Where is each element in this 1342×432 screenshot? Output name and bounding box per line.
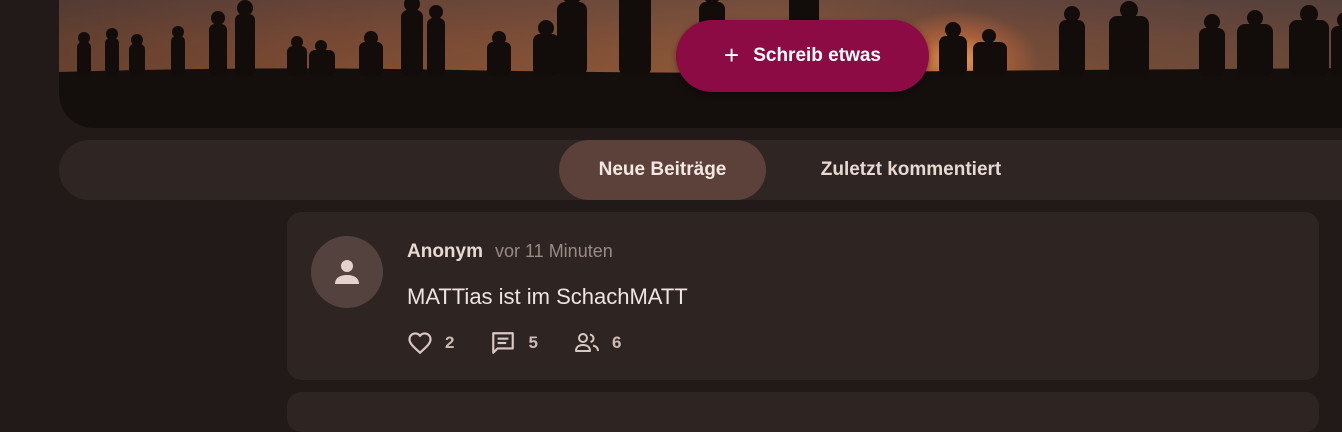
plus-icon: + <box>724 40 740 70</box>
tab-recently-commented-label: Zuletzt kommentiert <box>820 159 1002 180</box>
tab-new-posts-label: Neue Beiträge <box>598 159 727 180</box>
comment-button[interactable]: 5 <box>490 330 538 356</box>
post-timestamp: vor 11 Minuten <box>495 241 613 261</box>
write-post-button[interactable]: + Schreib etwas <box>676 20 929 92</box>
people-icon <box>574 333 599 352</box>
tab-new-posts[interactable]: Neue Beiträge <box>559 140 766 200</box>
post-author[interactable]: Anonym <box>407 241 483 263</box>
comment-count: 5 <box>528 333 538 352</box>
person-icon <box>335 260 359 284</box>
post-text[interactable]: MATTias ist im SchachMATT <box>407 284 688 310</box>
heart-icon <box>408 332 432 355</box>
next-post-card[interactable] <box>287 392 1319 432</box>
participant-count: 6 <box>611 333 622 352</box>
feed-tabs: Neue Beiträge Zuletzt kommentiert <box>59 140 1342 200</box>
write-post-label: Schreib etwas <box>753 45 881 66</box>
like-button[interactable]: 2 <box>407 331 454 355</box>
comment-icon <box>492 332 515 354</box>
post-stats: 2 5 6 <box>407 330 657 356</box>
avatar[interactable] <box>311 236 383 308</box>
post-card[interactable]: Anonym vor 11 Minuten MATTias ist im Sch… <box>287 212 1319 380</box>
tab-recently-commented[interactable]: Zuletzt kommentiert <box>779 140 1043 200</box>
participants-button[interactable]: 6 <box>574 332 621 354</box>
like-count: 2 <box>445 333 455 352</box>
post-header: Anonym vor 11 Minuten <box>407 241 613 263</box>
